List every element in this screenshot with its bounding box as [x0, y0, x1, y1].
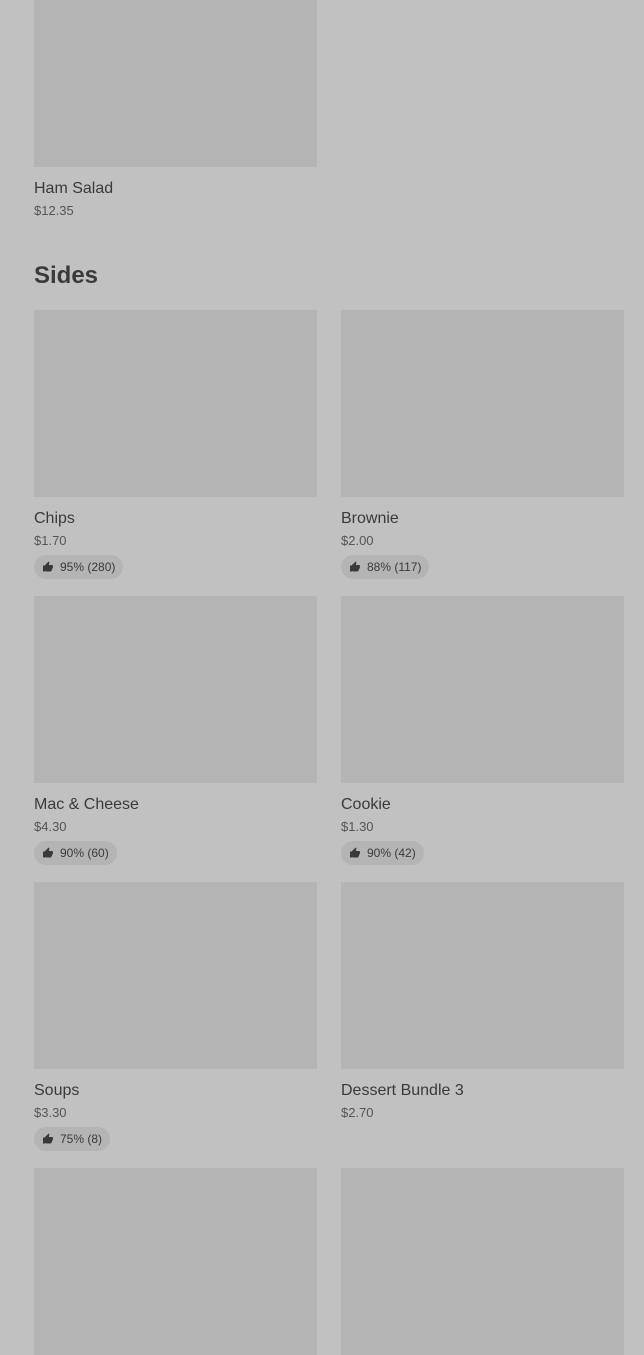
menu-item-ham-salad[interactable]: Ham Salad $12.35: [34, 0, 317, 219]
menu-item-brownie[interactable]: Brownie $2.00 88% (117): [341, 310, 624, 579]
menu-item-partial[interactable]: [34, 1168, 317, 1355]
item-image: [34, 596, 317, 783]
menu-item-mac-and-cheese[interactable]: Mac & Cheese $4.30 90% (60): [34, 596, 317, 865]
rating-badge: 90% (60): [34, 841, 117, 865]
rating-badge: 95% (280): [34, 555, 124, 579]
item-image: [341, 882, 624, 1069]
menu-item-cookie[interactable]: Cookie $1.30 90% (42): [341, 596, 624, 865]
rating-text: 88% (117): [367, 560, 422, 574]
item-price: $3.30: [34, 1105, 67, 1120]
item-price: $2.00: [341, 533, 374, 548]
item-image: [34, 310, 317, 497]
thumbs-up-icon: [43, 561, 53, 572]
rating-text: 95% (280): [60, 560, 116, 574]
rating-text: 90% (60): [60, 846, 109, 860]
item-price: $1.30: [341, 819, 374, 834]
item-price: $2.70: [341, 1105, 374, 1120]
item-image: [34, 1168, 317, 1355]
item-price: $12.35: [34, 203, 74, 218]
thumbs-up-icon: [43, 1133, 53, 1144]
item-image: [341, 1168, 624, 1355]
section-title: Sides: [34, 262, 99, 289]
thumbs-up-icon: [350, 847, 360, 858]
item-name: Ham Salad: [34, 180, 114, 197]
thumbs-up-icon: [43, 847, 53, 858]
rating-text: 90% (42): [367, 846, 416, 860]
item-image: [34, 882, 317, 1069]
rating-badge: 90% (42): [341, 841, 424, 865]
menu-item-chips[interactable]: Chips $1.70 95% (280): [34, 310, 317, 579]
rating-badge: 88% (117): [341, 555, 430, 579]
item-name: Brownie: [341, 510, 399, 527]
menu-item-partial[interactable]: [341, 1168, 624, 1355]
rating-text: 75% (8): [60, 1132, 103, 1146]
item-image: [34, 0, 317, 167]
item-name: Soups: [34, 1082, 80, 1099]
item-name: Mac & Cheese: [34, 796, 139, 813]
item-name: Cookie: [341, 796, 391, 813]
menu-item-soups[interactable]: Soups $3.30 75% (8): [34, 882, 317, 1151]
item-name: Dessert Bundle 3: [341, 1082, 464, 1099]
item-image: [341, 310, 624, 497]
item-price: $1.70: [34, 533, 67, 548]
thumbs-up-icon: [350, 561, 360, 572]
item-price: $4.30: [34, 819, 67, 834]
menu-item-dessert-bundle-3[interactable]: Dessert Bundle 3 $2.70: [341, 882, 624, 1121]
item-name: Chips: [34, 510, 75, 527]
rating-badge: 75% (8): [34, 1127, 111, 1151]
item-image: [341, 596, 624, 783]
